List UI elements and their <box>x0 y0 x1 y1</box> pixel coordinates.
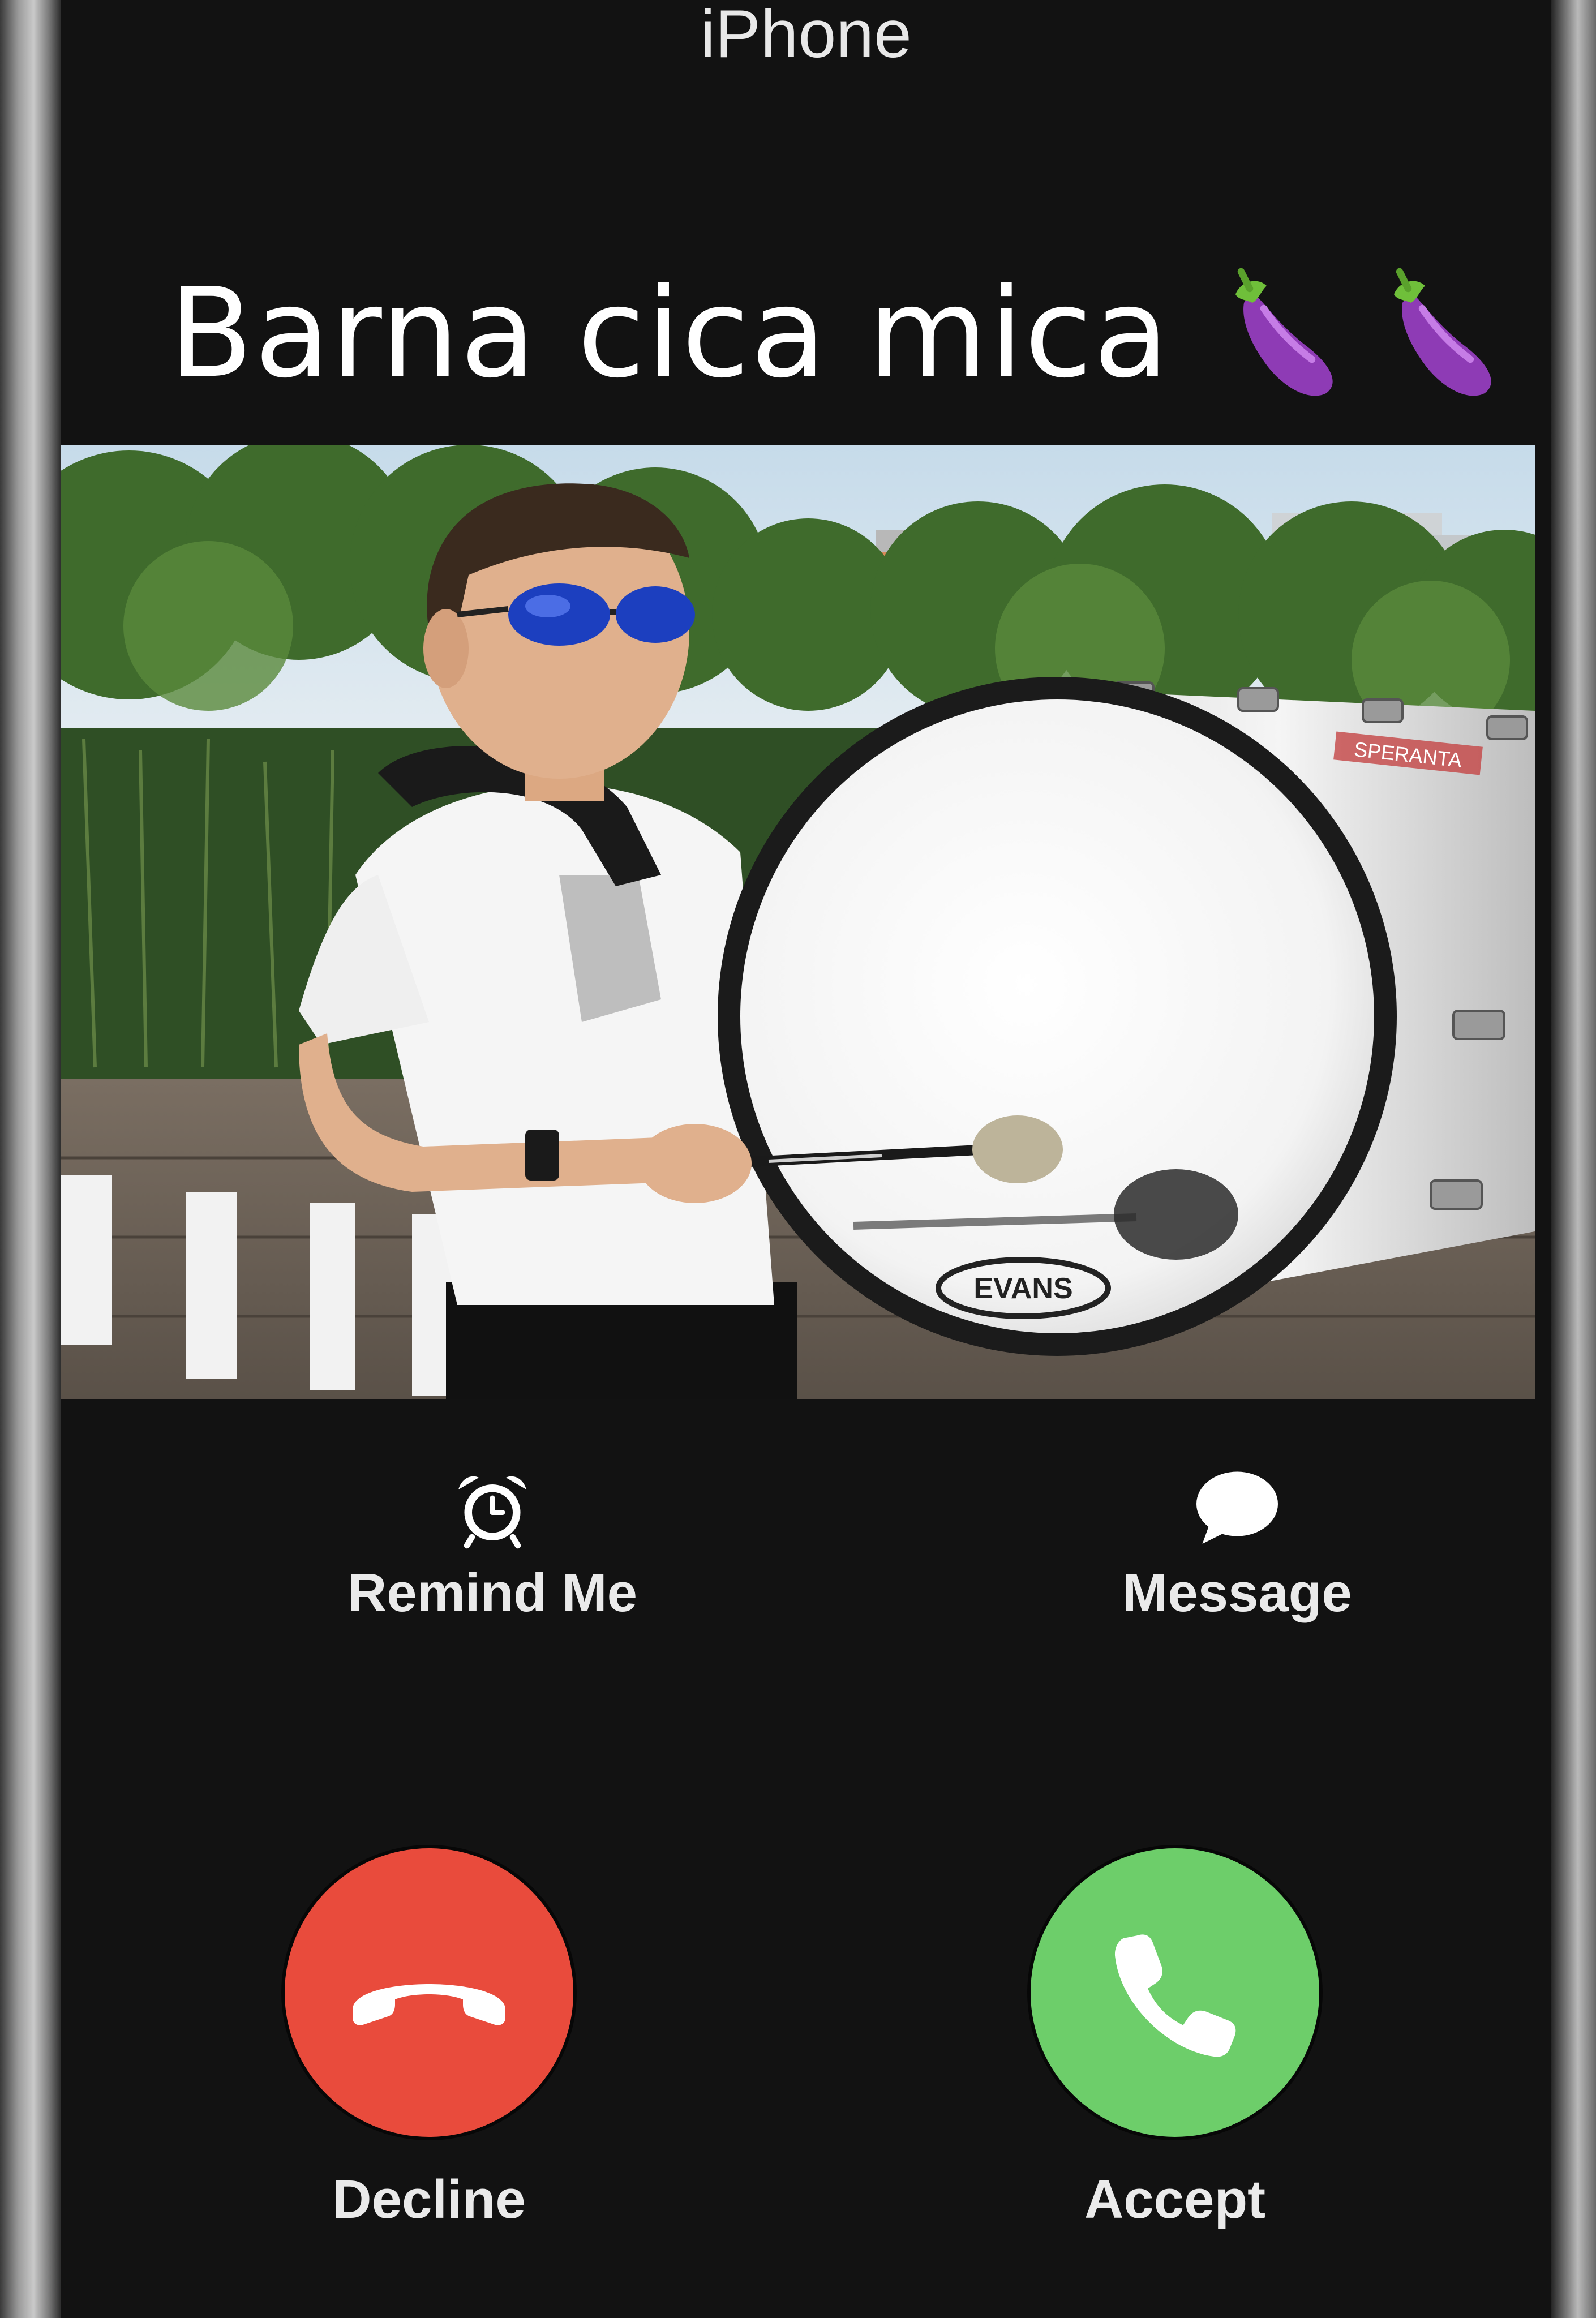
phone-accept-icon <box>1114 1934 1236 2057</box>
accept-label: Accept <box>1084 2169 1266 2230</box>
remind-me-label: Remind Me <box>347 1562 638 1623</box>
accept-button[interactable] <box>1031 1848 1319 2137</box>
caller-photo-image: SPERANTA EVANS <box>61 445 1535 1399</box>
caller-photo: SPERANTA EVANS <box>61 445 1535 1399</box>
message-bubble-icon <box>1196 1471 1278 1544</box>
phone-frame-left <box>0 0 61 2318</box>
message-button[interactable]: Message <box>1039 1460 1435 1624</box>
caller-header: Barna cica mica <box>169 260 1510 407</box>
alarm-clock-icon <box>458 1476 526 1549</box>
eggplant-icon <box>1393 268 1491 396</box>
decline-button[interactable] <box>285 1848 573 2137</box>
eggplant-icon <box>1235 268 1333 396</box>
incoming-call-screen: iPhone Barna cica mica SPERANTA EVANS Re… <box>61 0 1551 2318</box>
message-label: Message <box>1122 1562 1352 1623</box>
phone-frame-right <box>1551 0 1596 2318</box>
device-label: iPhone <box>700 0 912 72</box>
caller-name: Barna cica mica <box>169 262 1170 405</box>
decline-label: Decline <box>332 2169 526 2230</box>
phone-hangup-icon <box>353 1984 505 2025</box>
caller-emoji-row <box>1210 263 1510 405</box>
drum-logo-text: EVANS <box>973 1272 1072 1305</box>
remind-me-button[interactable]: Remind Me <box>294 1460 690 1624</box>
